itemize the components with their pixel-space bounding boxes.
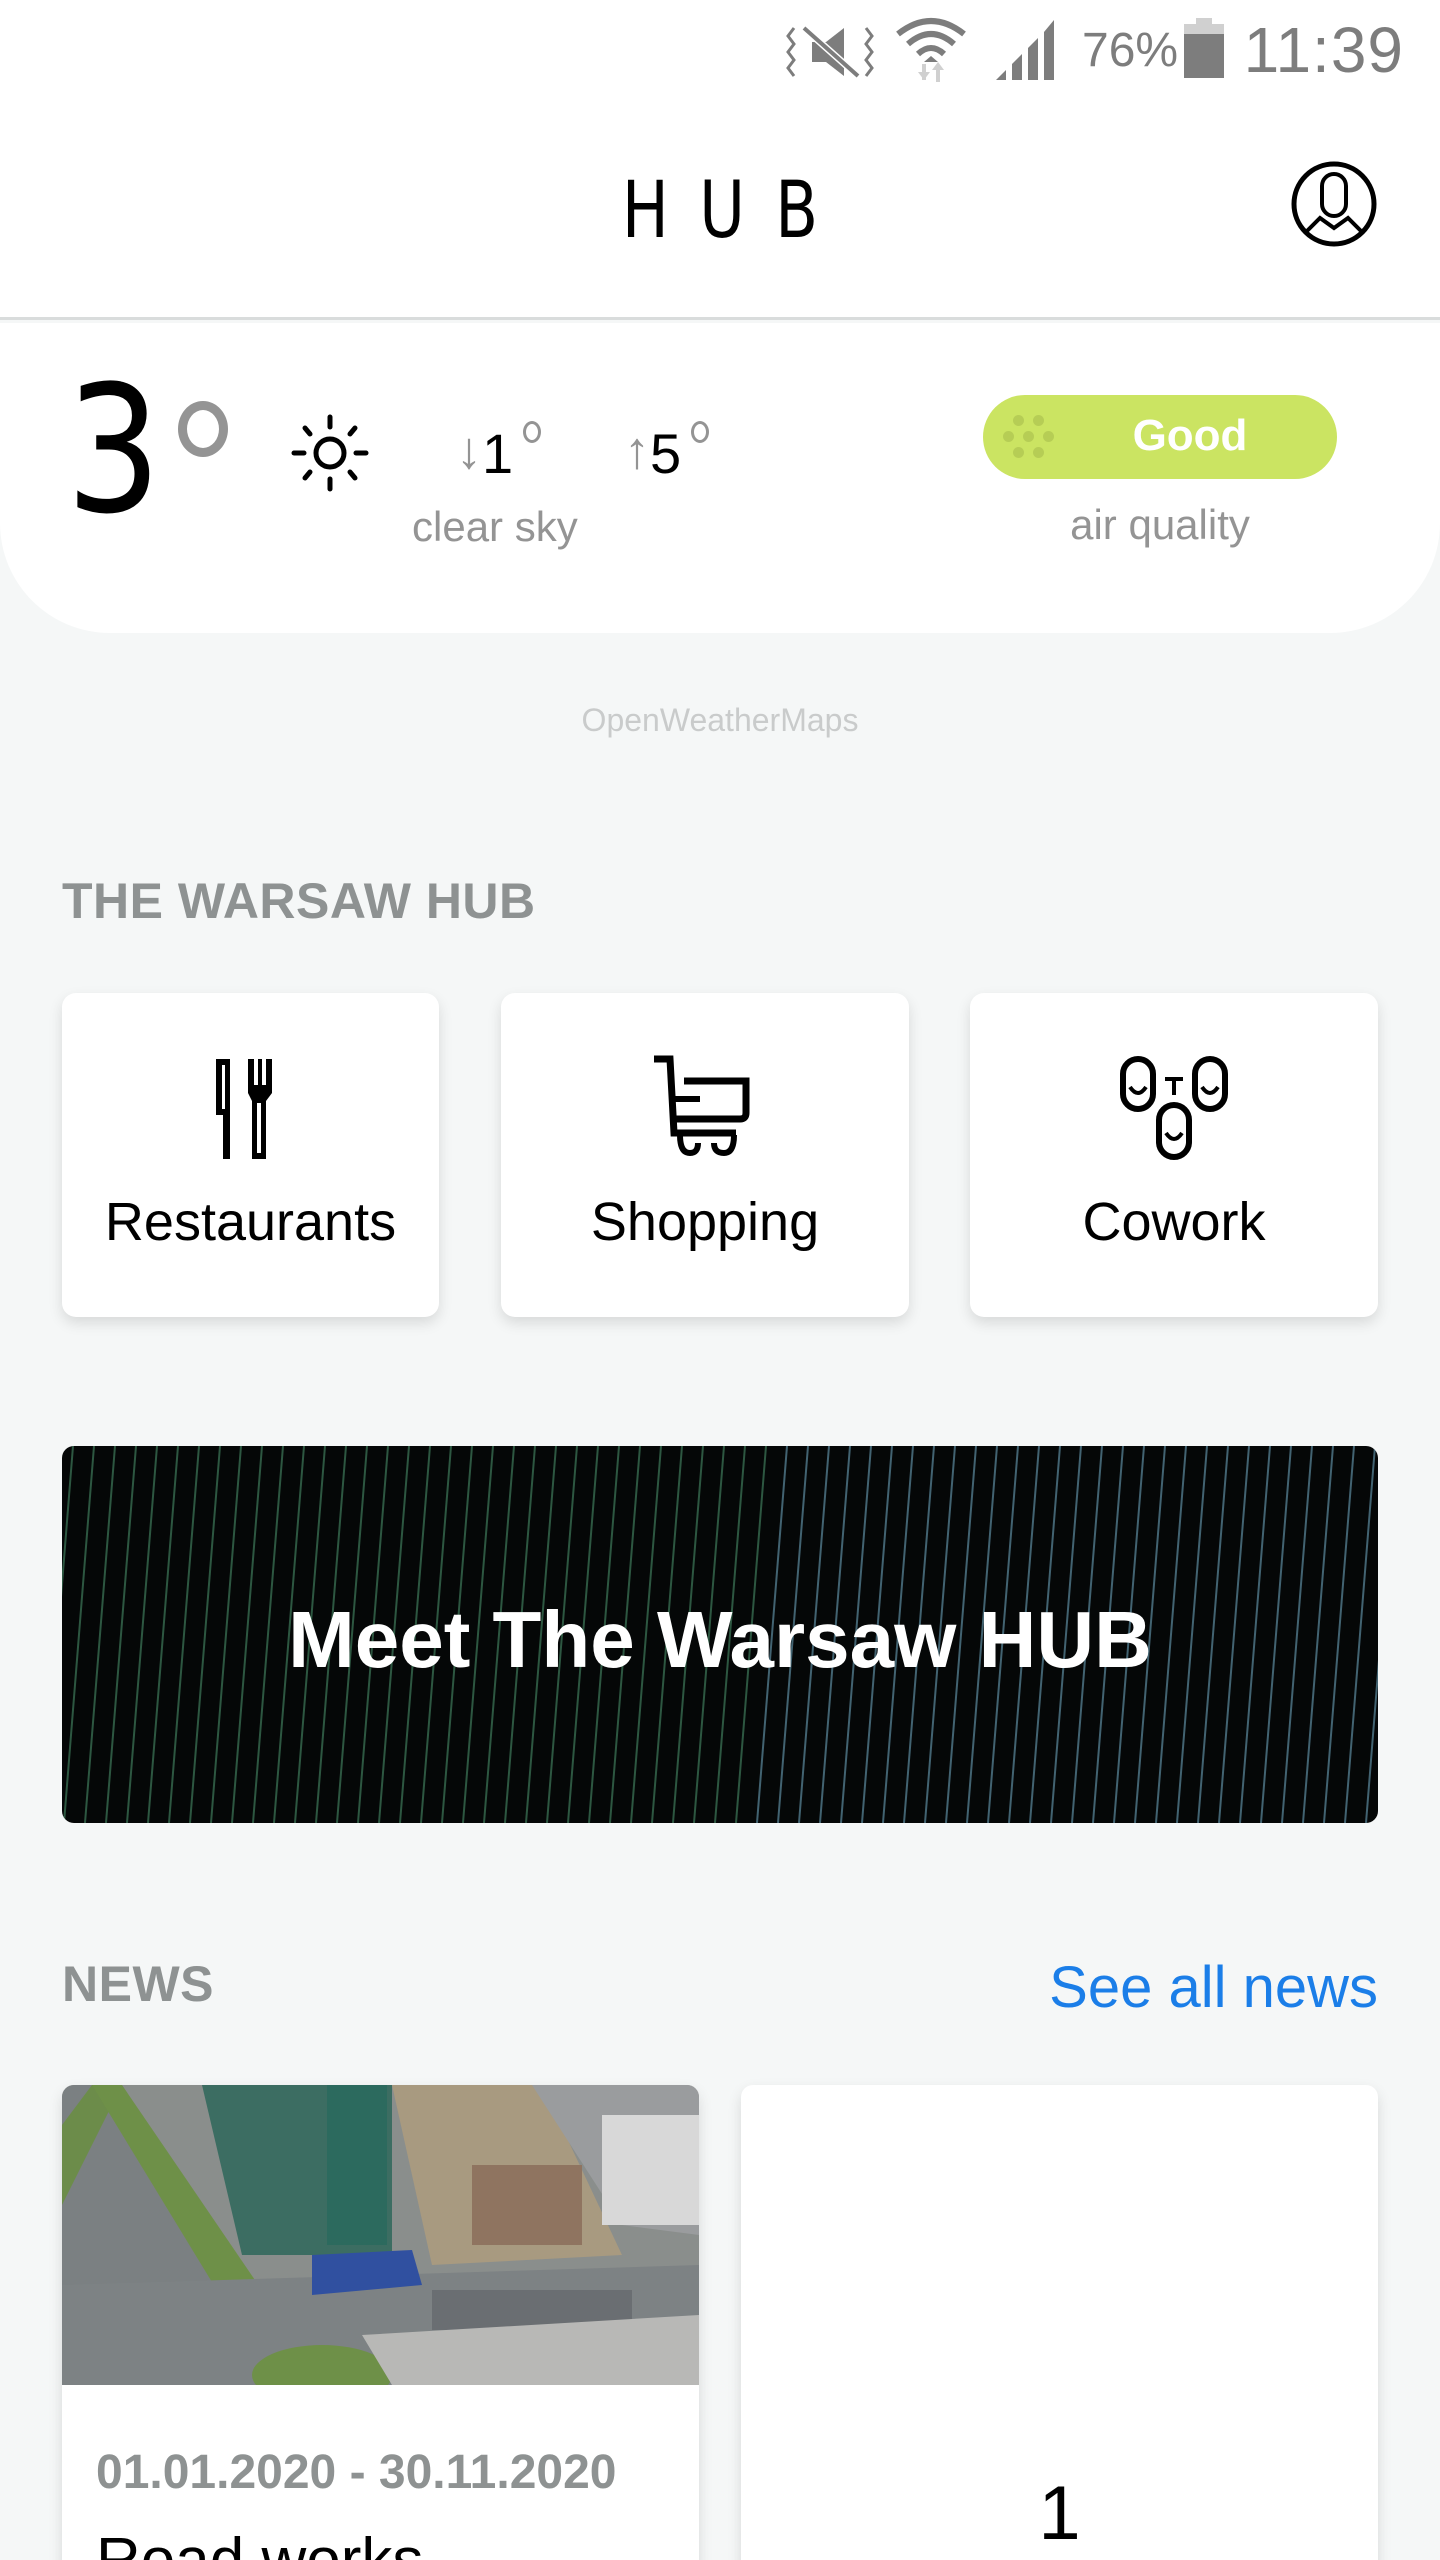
shopping-cart-icon	[654, 1055, 750, 1157]
sun-icon	[291, 414, 369, 492]
degree-symbol	[691, 421, 710, 443]
tile-label: Shopping	[590, 1192, 820, 1252]
cutlery-icon	[215, 1059, 272, 1159]
max-temp-value: 5	[650, 422, 682, 485]
app-logo: HUB	[621, 166, 849, 256]
wifi-icon	[896, 18, 966, 82]
arrow-up-icon: ↑	[624, 422, 650, 480]
min-temp-value: 1	[482, 422, 514, 485]
news-headline: Road works	[96, 2525, 423, 2560]
degree-symbol	[178, 401, 228, 457]
news-card[interactable]: 1	[741, 2085, 1378, 2560]
max-temperature: ↑ 5	[624, 415, 710, 495]
see-all-news-link[interactable]: See all news	[1049, 1954, 1378, 2021]
weather-description: clear sky	[412, 503, 578, 550]
air-quality-badge[interactable]: Good	[983, 395, 1337, 479]
degree-symbol	[523, 421, 542, 443]
tile-restaurants[interactable]: Restaurants	[62, 993, 439, 1317]
news-counter: 1	[1038, 2471, 1081, 2556]
weather-attribution: OpenWeatherMaps	[581, 702, 859, 738]
tile-cowork[interactable]: Cowork	[970, 993, 1378, 1317]
current-temperature: 3	[66, 348, 161, 553]
aerial-construction-photo	[62, 2085, 699, 2385]
status-bar: 76% 11:39	[0, 0, 1440, 100]
min-temperature: ↓ 1	[456, 415, 542, 495]
clock: 11:39	[1243, 14, 1404, 86]
air-quality-status: Good	[1132, 411, 1248, 460]
cell-signal-icon	[996, 20, 1054, 80]
meet-warsaw-hub-banner[interactable]: Meet The Warsaw HUB	[62, 1446, 1378, 1823]
banner-title: Meet The Warsaw HUB	[288, 1595, 1152, 1684]
section-title-news: NEWS	[62, 1956, 214, 2012]
news-card[interactable]: 01.01.2020 - 30.11.2020 Road works	[62, 2085, 699, 2560]
user-profile-icon[interactable]	[1290, 160, 1378, 248]
vibrate-mute-icon	[786, 25, 874, 79]
battery-percent: 76%	[1082, 23, 1179, 77]
tile-label: Restaurants	[104, 1192, 397, 1252]
section-title-warsaw-hub: THE WARSAW HUB	[62, 873, 536, 929]
air-quality-label: air quality	[1070, 501, 1250, 548]
tile-label: Cowork	[1082, 1192, 1266, 1252]
weather-card: 3 ↓ 1 ↑ 5 clear sky Good air quality	[0, 323, 1440, 633]
tile-shopping[interactable]: Shopping	[501, 993, 909, 1317]
battery-icon	[1184, 18, 1224, 78]
news-date: 01.01.2020 - 30.11.2020	[96, 2446, 617, 2499]
arrow-down-icon: ↓	[456, 422, 482, 480]
app-header: HUB	[0, 100, 1440, 320]
cowork-people-icon	[1120, 1056, 1228, 1160]
